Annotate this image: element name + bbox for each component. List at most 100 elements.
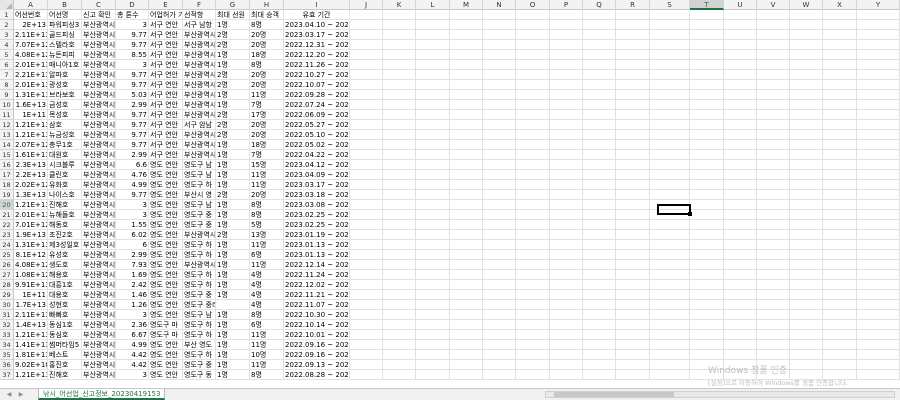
cell-V2[interactable] xyxy=(757,20,790,30)
cell-E10[interactable]: 서구 연안 xyxy=(149,100,183,110)
cell-C1[interactable]: 신고 확인 xyxy=(82,10,116,20)
cell-J7[interactable] xyxy=(350,70,383,80)
cell-O26[interactable] xyxy=(516,260,550,270)
cell-D36[interactable]: 4.42 xyxy=(116,360,149,370)
cell-X32[interactable] xyxy=(823,320,857,330)
cell-X29[interactable] xyxy=(823,290,857,300)
cell-U8[interactable] xyxy=(724,80,757,90)
cell-U27[interactable] xyxy=(724,270,757,280)
cell-U17[interactable] xyxy=(724,170,757,180)
cell-K9[interactable] xyxy=(383,90,416,100)
cell-V19[interactable] xyxy=(757,190,790,200)
cell-L2[interactable] xyxy=(416,20,450,30)
cell-V5[interactable] xyxy=(757,50,790,60)
column-header-A[interactable]: A xyxy=(14,0,48,10)
cell-X22[interactable] xyxy=(823,220,857,230)
cell-W32[interactable] xyxy=(790,320,823,330)
cell-F23[interactable]: 부산광역시 xyxy=(183,230,216,240)
cell-K15[interactable] xyxy=(383,150,416,160)
cell-Q23[interactable] xyxy=(583,230,616,240)
cell-C7[interactable]: 부산광역시 xyxy=(82,70,116,80)
cell-F20[interactable]: 영도구 남 xyxy=(183,200,216,210)
cell-Q4[interactable] xyxy=(583,40,616,50)
cell-I35[interactable]: 2022.09.16 ~ 2023.09.15 xyxy=(284,350,350,360)
cell-G12[interactable]: 2명 xyxy=(216,120,250,130)
cell-C25[interactable]: 부산광역시 xyxy=(82,250,116,260)
cell-Y4[interactable] xyxy=(857,40,900,50)
cell-G22[interactable]: 1명 xyxy=(216,220,250,230)
cell-R14[interactable] xyxy=(616,140,650,150)
cell-O14[interactable] xyxy=(516,140,550,150)
cell-J32[interactable] xyxy=(350,320,383,330)
cell-S12[interactable] xyxy=(650,120,690,130)
cell-E5[interactable]: 서구 연안 xyxy=(149,50,183,60)
cell-O3[interactable] xyxy=(516,30,550,40)
cell-P24[interactable] xyxy=(550,240,583,250)
cell-D30[interactable]: 1.26 xyxy=(116,300,149,310)
cell-R4[interactable] xyxy=(616,40,650,50)
cell-O34[interactable] xyxy=(516,340,550,350)
cell-Y15[interactable] xyxy=(857,150,900,160)
cell-O8[interactable] xyxy=(516,80,550,90)
cell-N6[interactable] xyxy=(483,60,516,70)
cell-H32[interactable]: 6명 xyxy=(250,320,284,330)
cell-X33[interactable] xyxy=(823,330,857,340)
cell-J22[interactable] xyxy=(350,220,383,230)
row-header-8[interactable]: 8 xyxy=(0,80,14,90)
cell-O30[interactable] xyxy=(516,300,550,310)
cell-A7[interactable]: 2.21E+13 xyxy=(14,70,48,80)
cell-B32[interactable]: 동심1호 xyxy=(48,320,82,330)
cell-I17[interactable]: 2023.04.09 ~ 2024.04.09 xyxy=(284,170,350,180)
cell-C16[interactable]: 부산광역시 xyxy=(82,160,116,170)
prev-sheet-icon[interactable]: ◀ xyxy=(4,390,14,399)
cell-Y5[interactable] xyxy=(857,50,900,60)
cell-A9[interactable]: 1.31E+13 xyxy=(14,90,48,100)
cell-S6[interactable] xyxy=(650,60,690,70)
cell-F30[interactable]: 영도구 중리항 xyxy=(183,300,216,310)
cell-Y25[interactable] xyxy=(857,250,900,260)
cell-N8[interactable] xyxy=(483,80,516,90)
cell-G6[interactable]: 1명 xyxy=(216,60,250,70)
cell-J25[interactable] xyxy=(350,250,383,260)
cell-U7[interactable] xyxy=(724,70,757,80)
cell-M24[interactable] xyxy=(450,240,483,250)
cell-F5[interactable]: 부산광역시 xyxy=(183,50,216,60)
cell-A31[interactable]: 2.11E+13 xyxy=(14,310,48,320)
cell-T3[interactable] xyxy=(690,30,724,40)
cell-U19[interactable] xyxy=(724,190,757,200)
cell-U33[interactable] xyxy=(724,330,757,340)
cell-K31[interactable] xyxy=(383,310,416,320)
cell-G7[interactable]: 2명 xyxy=(216,70,250,80)
cell-L31[interactable] xyxy=(416,310,450,320)
cell-H9[interactable]: 11명 xyxy=(250,90,284,100)
row-header-7[interactable]: 7 xyxy=(0,70,14,80)
cell-P21[interactable] xyxy=(550,210,583,220)
column-header-X[interactable]: X xyxy=(823,0,857,10)
cell-R29[interactable] xyxy=(616,290,650,300)
row-header-15[interactable]: 15 xyxy=(0,150,14,160)
cell-C3[interactable]: 부산광역시 xyxy=(82,30,116,40)
cell-Y11[interactable] xyxy=(857,110,900,120)
cell-Q30[interactable] xyxy=(583,300,616,310)
cell-Y18[interactable] xyxy=(857,180,900,190)
cell-B26[interactable]: 생도호 xyxy=(48,260,82,270)
cell-K26[interactable] xyxy=(383,260,416,270)
cell-W7[interactable] xyxy=(790,70,823,80)
cell-M29[interactable] xyxy=(450,290,483,300)
cell-E18[interactable]: 영도 연안 xyxy=(149,180,183,190)
cell-Y17[interactable] xyxy=(857,170,900,180)
cell-J10[interactable] xyxy=(350,100,383,110)
cell-I29[interactable]: 2022.11.21 ~ 2023.11.20 xyxy=(284,290,350,300)
cell-J36[interactable] xyxy=(350,360,383,370)
cell-Q28[interactable] xyxy=(583,280,616,290)
column-header-K[interactable]: K xyxy=(383,0,416,10)
cell-Q8[interactable] xyxy=(583,80,616,90)
cell-J24[interactable] xyxy=(350,240,383,250)
cell-S18[interactable] xyxy=(650,180,690,190)
cell-A35[interactable]: 1.81E+13 xyxy=(14,350,48,360)
cell-O13[interactable] xyxy=(516,130,550,140)
cell-S28[interactable] xyxy=(650,280,690,290)
cell-M12[interactable] xyxy=(450,120,483,130)
cell-I34[interactable]: 2022.09.16 ~ 2023.09.16 xyxy=(284,340,350,350)
cell-Y27[interactable] xyxy=(857,270,900,280)
